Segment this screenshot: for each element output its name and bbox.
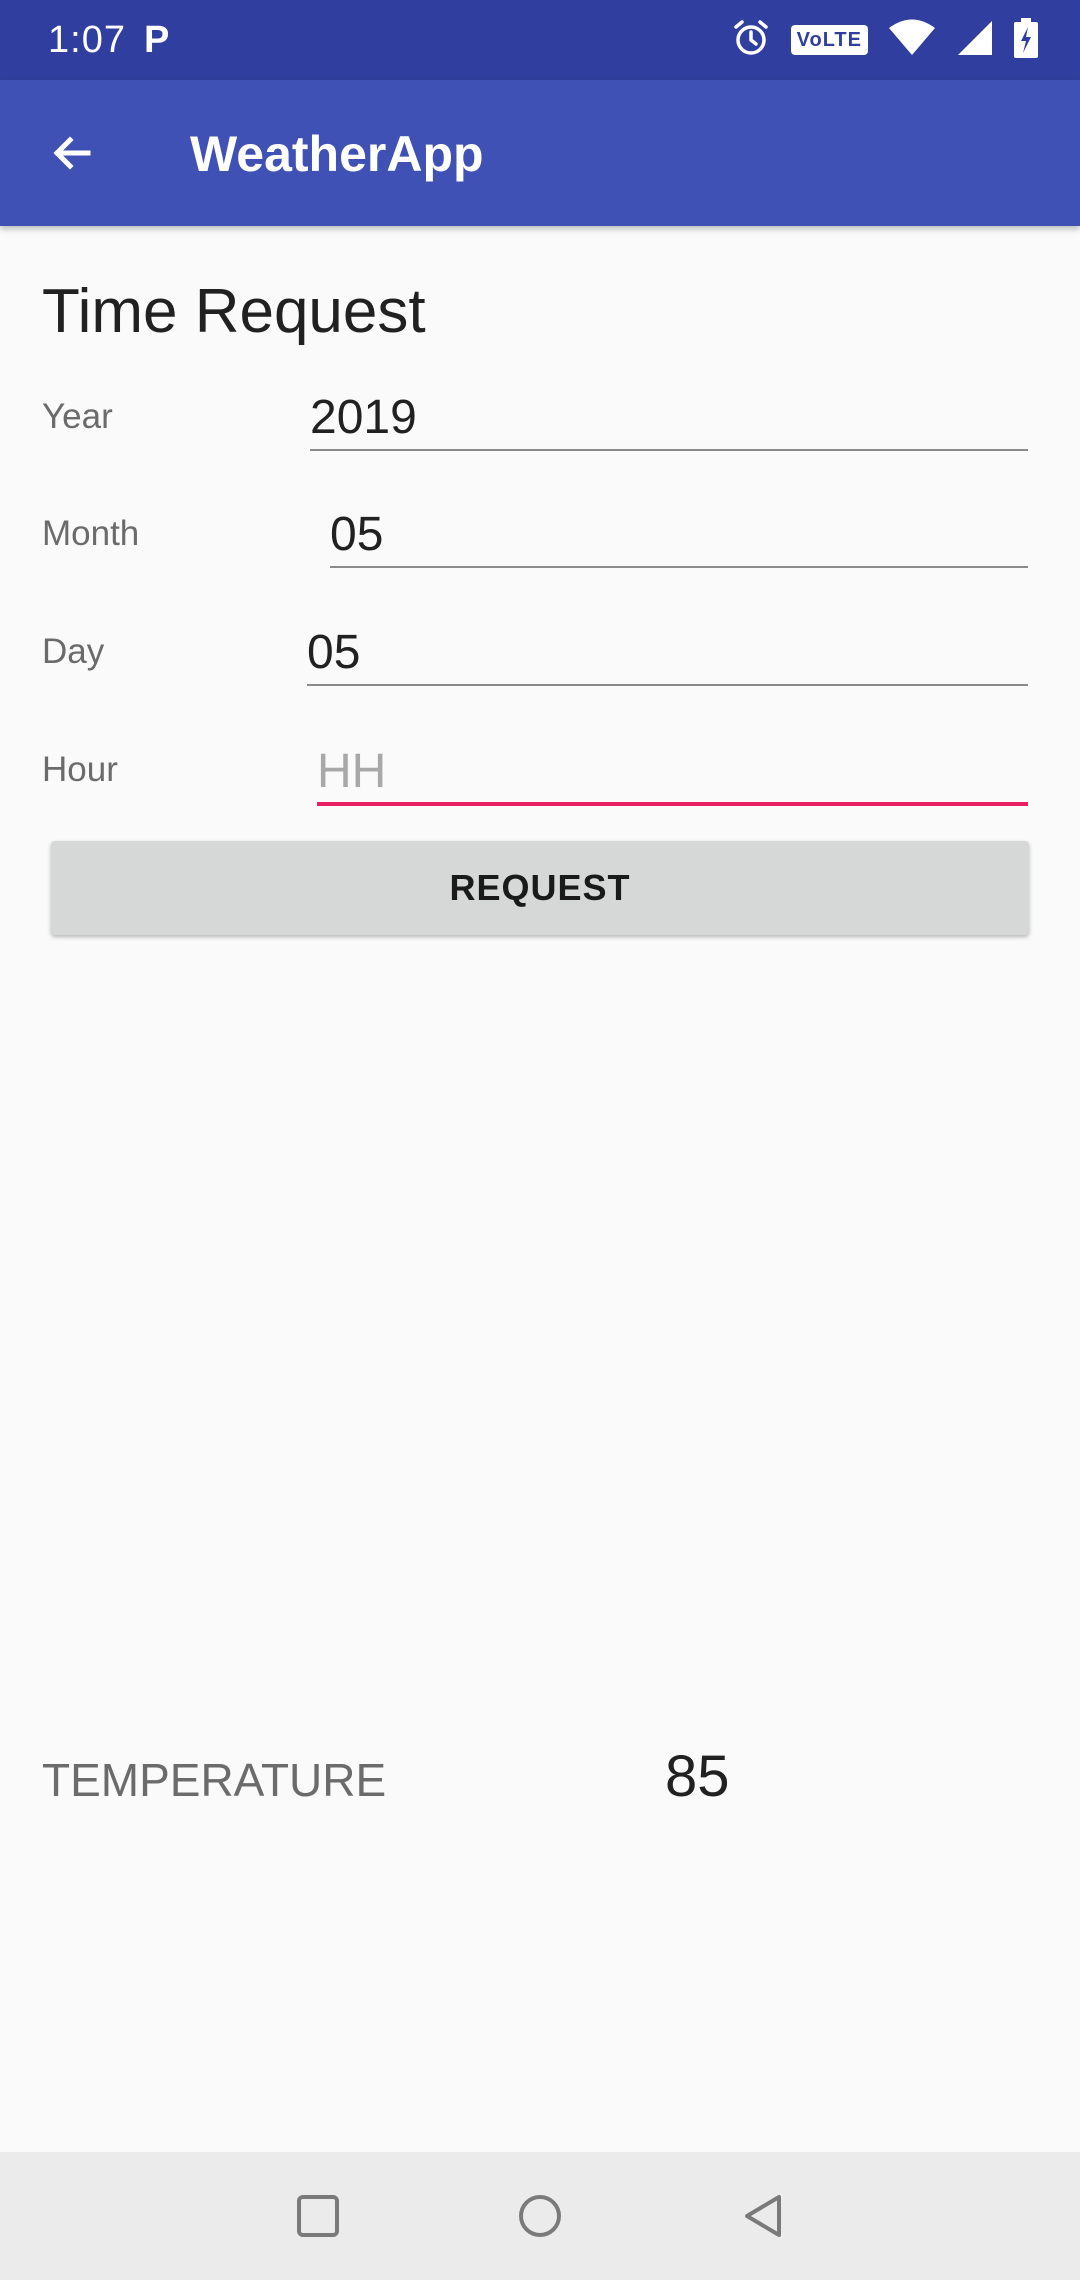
recents-button[interactable] bbox=[280, 2178, 356, 2254]
temperature-label: TEMPERATURE bbox=[42, 1754, 387, 1806]
app-bar: WeatherApp bbox=[0, 80, 1080, 226]
day-label: Day bbox=[42, 632, 105, 671]
alarm-icon bbox=[731, 18, 771, 63]
month-label: Month bbox=[42, 514, 140, 553]
home-circle-icon bbox=[519, 2195, 561, 2237]
hour-label: Hour bbox=[42, 750, 118, 789]
request-button[interactable]: REQUEST bbox=[51, 841, 1029, 935]
page-title: Time Request bbox=[42, 277, 426, 346]
month-input[interactable] bbox=[330, 502, 1028, 568]
home-button[interactable] bbox=[502, 2178, 578, 2254]
temperature-value: 85 bbox=[665, 1744, 730, 1809]
status-time: 1:07 bbox=[48, 19, 126, 61]
status-icons: VoLTE bbox=[731, 17, 1038, 63]
back-button[interactable] bbox=[40, 121, 104, 185]
status-bar: 1:07 P VoLTE bbox=[0, 0, 1080, 80]
battery-icon bbox=[1014, 17, 1038, 63]
notification-p-icon: P bbox=[144, 19, 170, 61]
back-triangle-icon bbox=[745, 2195, 781, 2237]
app-title: WeatherApp bbox=[190, 126, 484, 182]
volte-icon: VoLTE bbox=[790, 25, 868, 55]
nav-back-button[interactable] bbox=[725, 2178, 801, 2254]
signal-icon bbox=[956, 19, 994, 62]
hour-input[interactable] bbox=[317, 740, 1028, 806]
recents-square-icon bbox=[297, 2195, 339, 2237]
nav-bar bbox=[0, 2152, 1080, 2280]
year-label: Year bbox=[42, 397, 113, 436]
day-input[interactable] bbox=[307, 620, 1028, 686]
year-input[interactable] bbox=[310, 385, 1028, 451]
wifi-icon bbox=[888, 19, 936, 62]
arrow-back-icon bbox=[53, 136, 91, 170]
